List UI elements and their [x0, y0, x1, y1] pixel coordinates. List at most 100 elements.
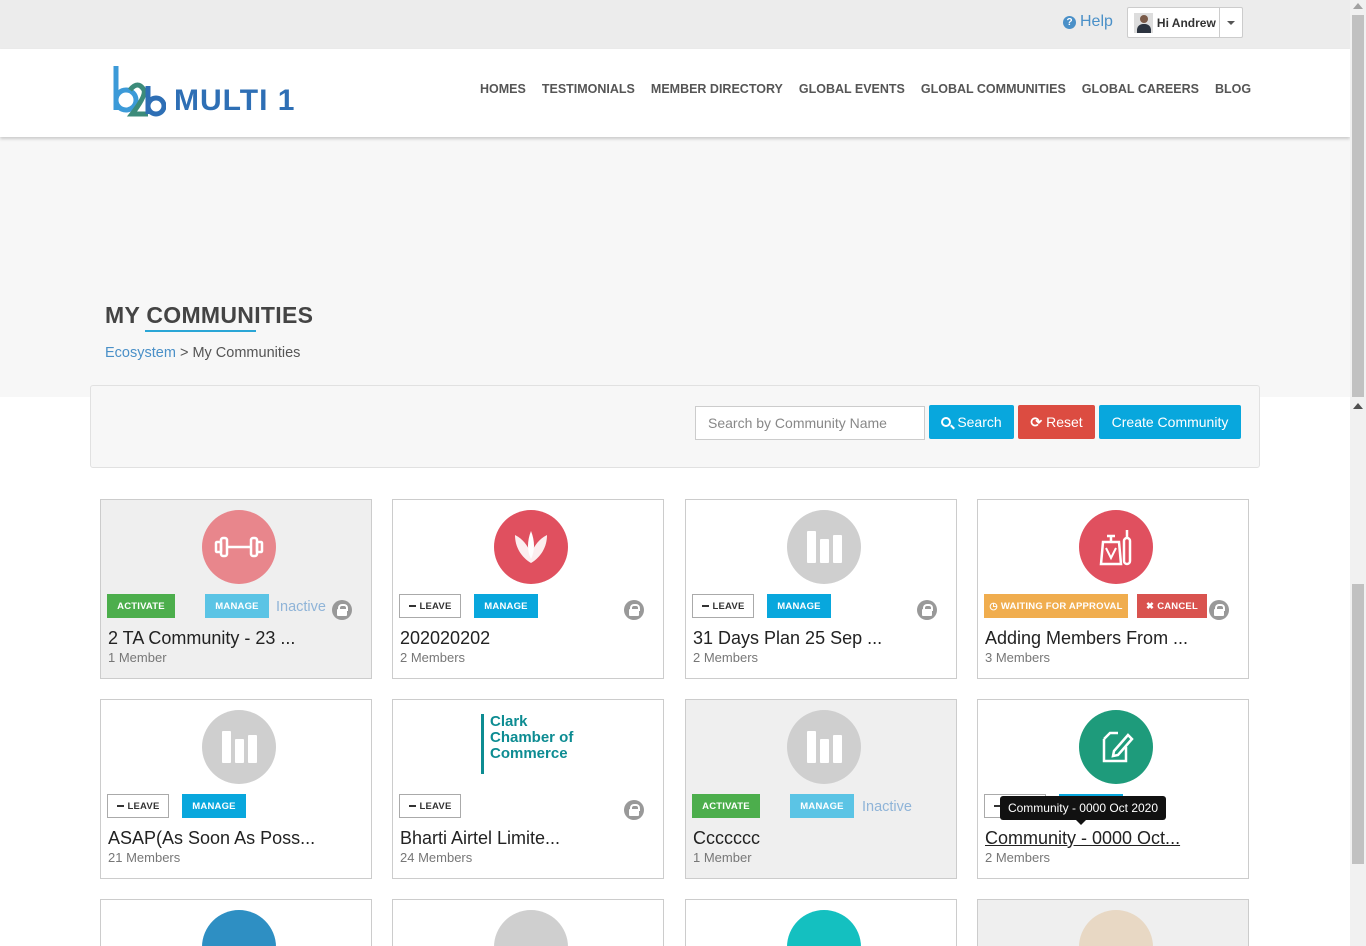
- community-title[interactable]: Ccccccc: [693, 828, 760, 849]
- community-card[interactable]: LEAVE MANAGE 31 Days Plan 25 Sep ... 2 M…: [685, 499, 957, 679]
- activate-button[interactable]: ACTIVATE: [692, 794, 760, 818]
- nav-global-careers[interactable]: GLOBAL CAREERS: [1082, 82, 1199, 96]
- page-title: MY COMMUNITIES: [105, 302, 314, 328]
- search-icon: [941, 417, 952, 427]
- community-icon: [1079, 910, 1153, 946]
- waiting-label: WAITING FOR APPROVAL: [1000, 600, 1123, 612]
- clock-icon: ◷: [989, 600, 998, 612]
- help-label: Help: [1080, 13, 1113, 30]
- books-icon: [787, 510, 861, 584]
- user-menu-button[interactable]: Hi Andrew: [1127, 7, 1243, 38]
- leave-label: LEAVE: [419, 800, 452, 812]
- member-count: 3 Members: [985, 650, 1051, 665]
- member-count: 1 Member: [108, 650, 167, 665]
- manage-button[interactable]: MANAGE: [474, 594, 538, 618]
- dumbbell-icon: [202, 510, 276, 584]
- scroll-up-arrow[interactable]: [1353, 403, 1363, 409]
- member-count: 2 Members: [400, 650, 466, 665]
- cancel-button[interactable]: ✖ CANCEL: [1137, 594, 1207, 618]
- leave-label: LEAVE: [419, 600, 452, 612]
- community-title[interactable]: 31 Days Plan 25 Sep ...: [693, 628, 882, 649]
- waiting-approval-badge: ◷ WAITING FOR APPROVAL: [984, 594, 1128, 618]
- scroll-up-arrow[interactable]: [1353, 3, 1363, 9]
- create-community-button[interactable]: Create Community: [1099, 405, 1241, 439]
- edit-icon: [1079, 710, 1153, 784]
- nav-member-directory[interactable]: MEMBER DIRECTORY: [651, 82, 783, 96]
- site-header: MULTI 1 HOMES TESTIMONIALS MEMBER DIRECT…: [0, 49, 1350, 137]
- community-card[interactable]: ◷ WAITING FOR APPROVAL ✖ CANCEL Adding M…: [977, 499, 1249, 679]
- leave-label: LEAVE: [127, 800, 160, 812]
- create-community-label: Create Community: [1111, 414, 1229, 430]
- scrollbar-thumb[interactable]: [1352, 584, 1364, 864]
- community-card[interactable]: [100, 899, 372, 946]
- breadcrumb-separator: >: [179, 345, 189, 361]
- manage-button[interactable]: MANAGE: [182, 794, 246, 818]
- inactive-label: Inactive: [862, 799, 912, 815]
- refresh-icon: ⟳: [1030, 413, 1043, 430]
- nav-global-communities[interactable]: GLOBAL COMMUNITIES: [921, 82, 1066, 96]
- community-icon: [202, 910, 276, 946]
- community-card[interactable]: LEAVE MANAGE Community - 0000 Oct... 2 M…: [977, 699, 1249, 879]
- community-card[interactable]: ACTIVATE MANAGE Inactive 2 TA Community …: [100, 499, 372, 679]
- community-title[interactable]: 2 TA Community - 23 ...: [108, 628, 295, 649]
- manage-button[interactable]: MANAGE: [767, 594, 831, 618]
- brand-logo[interactable]: MULTI 1: [112, 64, 295, 118]
- logo-line: Chamber of: [490, 729, 574, 746]
- community-title[interactable]: ASAP(As Soon As Poss...: [108, 828, 315, 849]
- user-greeting: Hi Andrew: [1156, 15, 1216, 30]
- member-count: 2 Members: [985, 850, 1051, 865]
- community-card[interactable]: ACTIVATE MANAGE Inactive Ccccccc 1 Membe…: [685, 699, 957, 879]
- lock-icon: [624, 600, 644, 620]
- close-icon: ✖: [1146, 600, 1155, 612]
- leave-button[interactable]: LEAVE: [107, 794, 169, 818]
- leave-button[interactable]: LEAVE: [399, 794, 461, 818]
- reset-button-label: Reset: [1046, 414, 1083, 430]
- clark-chamber-logo: Clark Chamber of Commerce: [481, 714, 573, 774]
- community-card[interactable]: LEAVE MANAGE ASAP(As Soon As Poss... 21 …: [100, 699, 372, 879]
- books-icon: [787, 710, 861, 784]
- activate-button[interactable]: ACTIVATE: [107, 594, 175, 618]
- leave-button[interactable]: LEAVE: [399, 594, 461, 618]
- community-card[interactable]: [977, 899, 1249, 946]
- b2b-logo-icon: [113, 66, 166, 117]
- community-title[interactable]: 202020202: [400, 628, 490, 649]
- leave-label: LEAVE: [712, 600, 745, 612]
- title-underline: [145, 330, 256, 332]
- nav-global-events[interactable]: GLOBAL EVENTS: [799, 82, 905, 96]
- leave-button[interactable]: LEAVE: [692, 594, 754, 618]
- manage-button[interactable]: MANAGE: [790, 794, 854, 818]
- logo-line: Commerce: [490, 745, 568, 762]
- avatar: [1134, 12, 1153, 33]
- member-count: 2 Members: [693, 650, 759, 665]
- books-icon: [202, 710, 276, 784]
- community-card[interactable]: LEAVE MANAGE 202020202 2 Members: [392, 499, 664, 679]
- help-link[interactable]: ? Help: [1063, 13, 1113, 31]
- briefcase-icon: [787, 910, 861, 946]
- inactive-label: Inactive: [276, 599, 326, 615]
- community-title[interactable]: Community - 0000 Oct...: [985, 828, 1180, 849]
- community-card[interactable]: Clark Chamber of Commerce LEAVE Bharti A…: [392, 699, 664, 879]
- community-title[interactable]: Adding Members From ...: [985, 628, 1188, 649]
- cancel-label: CANCEL: [1157, 600, 1198, 612]
- nav-testimonials[interactable]: TESTIMONIALS: [542, 82, 635, 96]
- lock-icon: [1209, 600, 1229, 620]
- community-card[interactable]: [685, 899, 957, 946]
- community-card[interactable]: [392, 899, 664, 946]
- breadcrumb-ecosystem-link[interactable]: Ecosystem: [105, 345, 176, 361]
- reset-button[interactable]: ⟳ Reset: [1018, 405, 1095, 439]
- manage-button[interactable]: MANAGE: [205, 594, 269, 618]
- member-count: 1 Member: [693, 850, 752, 865]
- search-button-label: Search: [957, 414, 1002, 430]
- member-count: 24 Members: [400, 850, 473, 865]
- community-title[interactable]: Bharti Airtel Limite...: [400, 828, 560, 849]
- community-search-input[interactable]: [695, 406, 925, 440]
- member-count: 21 Members: [108, 850, 181, 865]
- lock-icon: [624, 800, 644, 820]
- search-button[interactable]: Search: [929, 405, 1014, 439]
- nav-blog[interactable]: BLOG: [1215, 82, 1251, 96]
- breadcrumb-current: My Communities: [192, 345, 301, 361]
- nav-homes[interactable]: HOMES: [480, 82, 526, 96]
- scrollbar-thumb[interactable]: [1352, 15, 1364, 397]
- chevron-down-icon[interactable]: [1219, 8, 1242, 37]
- title-tooltip: Community - 0000 Oct 2020: [1000, 796, 1166, 825]
